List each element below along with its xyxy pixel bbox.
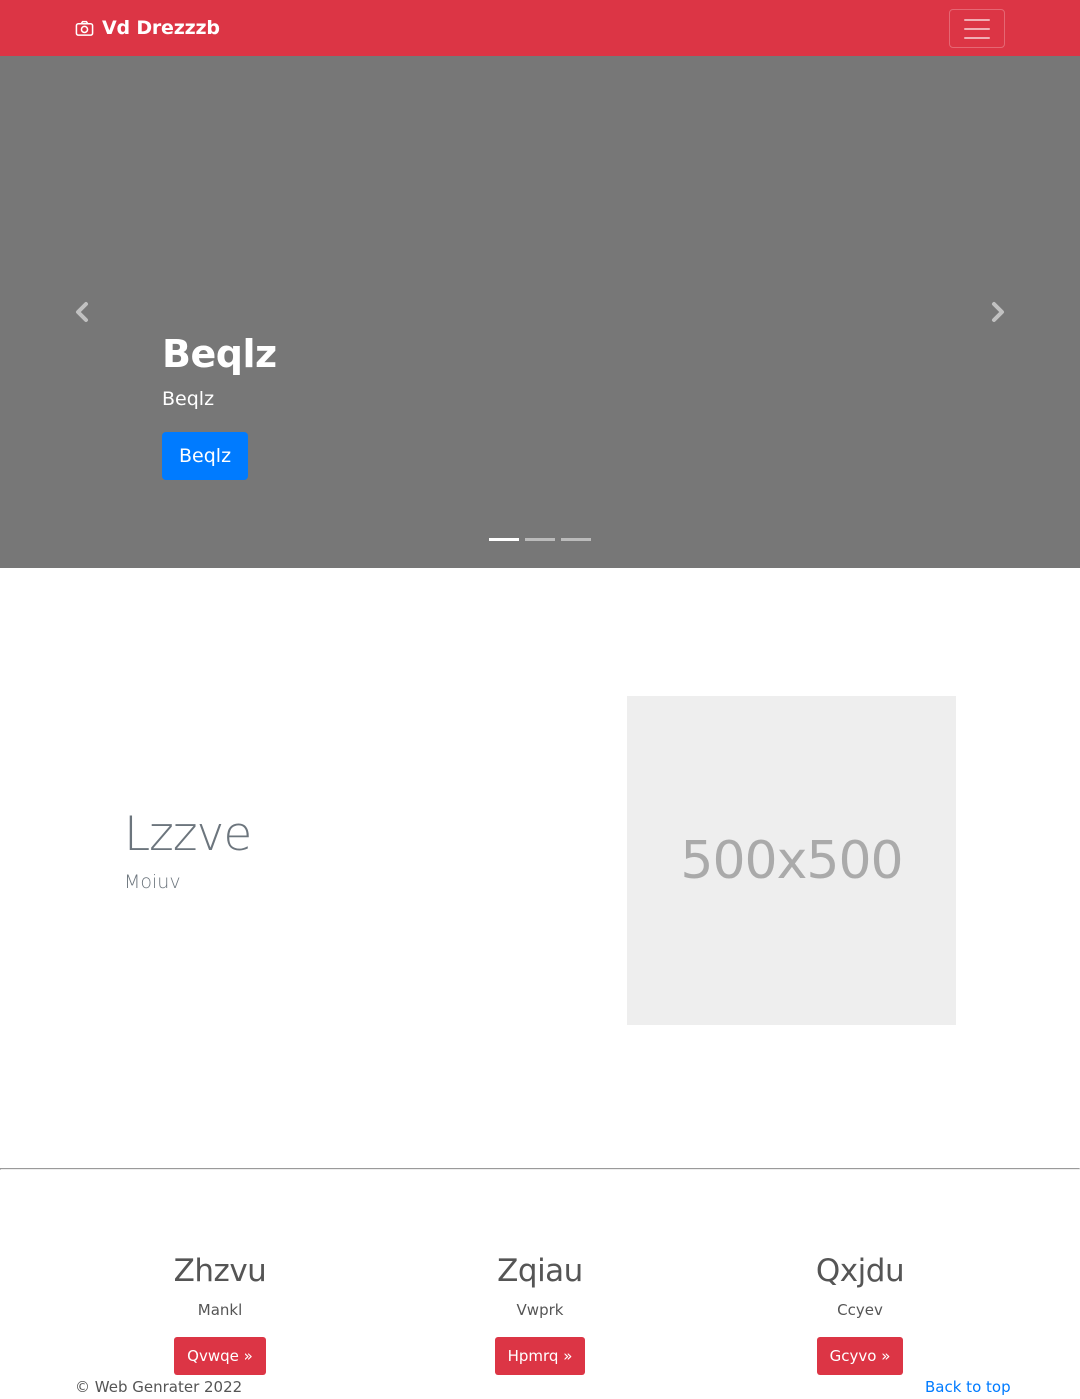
hamburger-menu-icon [964, 18, 990, 21]
column-button[interactable]: Gcyvo » [816, 1337, 904, 1375]
column-title: Qxjdu [815, 1253, 905, 1289]
hamburger-menu-icon-line [964, 36, 990, 39]
feature-column-1: Zhzvu Mankl Qvwqe » [60, 1252, 380, 1375]
column-title: Zqiau [497, 1253, 583, 1289]
carousel-next-button[interactable] [988, 300, 1008, 324]
footer-copyright: © Web Genrater 2022 [75, 1378, 243, 1396]
column-text: Vwprk [516, 1301, 564, 1319]
feature-column-2: Zqiau Vwprk Hpmrq » [380, 1252, 700, 1375]
chevron-right-icon [992, 302, 1004, 322]
carousel-caption: Beqlz Beqlz Beqlz [162, 332, 277, 480]
navbar: Vd Drezzzb [0, 0, 1080, 56]
feature-column-3: Qxjdu Ccyev Gcyvo » [700, 1252, 1020, 1375]
feature-placeholder-image: 500x500 [627, 696, 956, 1025]
brand-link[interactable]: Vd Drezzzb [75, 15, 220, 41]
column-text: Mankl [197, 1301, 243, 1319]
column-text: Ccyev [837, 1301, 883, 1319]
hamburger-menu-icon-line [964, 27, 990, 30]
carousel-indicator-3[interactable] [561, 538, 591, 541]
hero-carousel: Beqlz Beqlz Beqlz [0, 56, 1080, 568]
section-divider [0, 1168, 1080, 1170]
feature-heading: Lzzve [124, 807, 252, 862]
navbar-toggler-button[interactable] [949, 9, 1005, 48]
chevron-left-icon [76, 302, 88, 322]
carousel-indicator-2[interactable] [525, 538, 555, 541]
placeholder-image-label: 500x500 [680, 830, 903, 891]
carousel-indicator-1[interactable] [489, 538, 519, 541]
column-button[interactable]: Qvwqe » [174, 1337, 266, 1375]
brand-name: Vd Drezzzb [102, 17, 220, 39]
carousel-text: Beqlz [162, 388, 215, 410]
camera-icon [75, 20, 94, 36]
column-title: Zhzvu [173, 1253, 267, 1289]
carousel-title: Beqlz [162, 332, 277, 376]
carousel-cta-button[interactable]: Beqlz [162, 432, 249, 480]
feature-lead: Moiuv [124, 871, 181, 893]
carousel-prev-button[interactable] [72, 300, 92, 324]
carousel-indicators [489, 538, 591, 541]
column-button[interactable]: Hpmrq » [494, 1337, 586, 1375]
back-to-top-link[interactable]: Back to top [925, 1377, 1011, 1397]
